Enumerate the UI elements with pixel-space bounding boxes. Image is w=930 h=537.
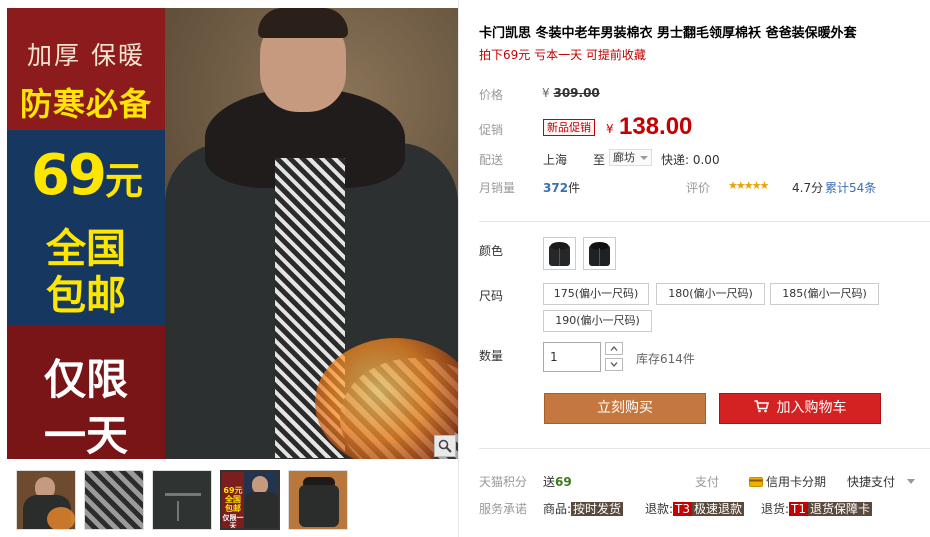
monthly-sales-value: 372件 <box>543 179 580 196</box>
thumbnail-5[interactable] <box>288 470 348 530</box>
thumbnail-4-promo-text: 69元 全国包邮 <box>223 486 243 513</box>
promo-badge: 新品促销 <box>543 119 595 136</box>
promo-line-thick-warm: 加厚 保暖 <box>27 41 145 70</box>
color-label: 颜色 <box>479 244 504 258</box>
chevron-down-icon <box>906 479 915 484</box>
promo-price: 69元 <box>7 143 165 208</box>
quantity-increase-button[interactable] <box>605 342 623 355</box>
payment-label: 支付 <box>695 475 720 489</box>
quantity-label: 数量 <box>479 349 504 363</box>
price-label: 价格 <box>479 88 504 102</box>
product-subtitle: 拍下69元 亏本一天 可提前收藏 <box>479 48 646 62</box>
divider <box>479 221 930 222</box>
quick-pay-dropdown[interactable]: 快捷支付 <box>847 473 915 490</box>
thumbnail-4-only-text: 仅限一天 <box>222 514 244 530</box>
product-detail-panel: 卡门凯思 冬装中老年男装棉衣 男士翻毛领厚棉袄 爸爸装保暖外套 拍下69元 亏本… <box>458 0 930 537</box>
promo-price-unit: 元 <box>104 159 143 203</box>
price-box: 价格 ¥ 309.00 促销 新品促销 ¥ 138.00 配送 上海 至 廊坊 … <box>479 76 930 196</box>
monthly-sales-label: 月销量 <box>479 181 516 195</box>
buy-now-button[interactable]: 立刻购买 <box>544 393 706 424</box>
add-to-cart-label: 加入购物车 <box>776 400 847 416</box>
thumbnail-1[interactable] <box>16 470 76 530</box>
size-option-185[interactable]: 185(偏小一尺码) <box>770 283 879 305</box>
quick-pay-label: 快捷支付 <box>847 475 896 489</box>
review-count-link[interactable]: 累计54条 <box>825 179 876 196</box>
shipping-label: 配送 <box>479 153 504 167</box>
chevron-up-icon <box>610 346 618 351</box>
monthly-sales-unit: 件 <box>568 181 581 195</box>
chevron-down-icon <box>610 362 618 367</box>
quantity-decrease-button[interactable] <box>605 358 623 371</box>
promo-line-free-shipping: 包邮 <box>46 273 126 319</box>
promo-price-value: 138.00 <box>619 113 693 140</box>
destination-city-select[interactable]: 廊坊 <box>609 149 652 166</box>
size-option-175[interactable]: 175(偏小一尺码) <box>543 283 649 305</box>
fast-refund-tag[interactable]: 极速退款 <box>692 502 745 516</box>
service-return: 退货: T1 退货保障卡 <box>761 500 873 517</box>
add-to-cart-button[interactable]: 加入购物车 <box>719 393 881 424</box>
rating-stars-icon: ★★★★★ <box>728 179 769 192</box>
promo-banner: 加厚 保暖 防寒必备 69元 全国 包邮 仅限 一天 <box>7 8 165 459</box>
service-refund-label: 退款: <box>645 502 674 516</box>
service-goods-label: 商品: <box>543 502 572 516</box>
product-title: 卡门凯思 冬装中老年男装棉衣 男士翻毛领厚棉袄 爸爸装保暖外套 <box>479 26 857 41</box>
promo-line-cold-proof: 防寒必备 <box>19 85 152 123</box>
service-label: 服务承诺 <box>479 502 528 516</box>
service-goods: 商品: 按时发货 <box>543 500 624 517</box>
stock-count: 库存614件 <box>636 352 695 366</box>
ship-from: 上海 <box>543 153 568 167</box>
original-price-currency: ¥ <box>542 86 550 100</box>
refund-t3-badge: T3 <box>673 502 693 516</box>
quantity-input[interactable]: 1 <box>543 342 601 372</box>
color-swatch-1[interactable] <box>543 237 576 270</box>
ship-to-word: 至 <box>593 153 606 167</box>
thumbnail-3[interactable] <box>152 470 212 530</box>
service-return-label: 退货: <box>761 502 790 516</box>
cart-icon <box>754 400 769 413</box>
thumbnail-4[interactable]: 69元 全国包邮 仅限一天 <box>220 470 280 530</box>
monthly-sales-count: 372 <box>543 181 569 195</box>
credit-installment[interactable]: 信用卡分期 <box>749 473 826 490</box>
return-t1-badge: T1 <box>789 502 809 516</box>
magnifier-icon[interactable] <box>434 435 456 457</box>
promo-line-one-day: 一天 <box>43 411 128 459</box>
destination-city-value: 廊坊 <box>613 151 635 164</box>
credit-card-icon <box>749 477 763 487</box>
rating-score: 4.7分 <box>792 181 824 195</box>
service-refund: 退款: T3 极速退款 <box>645 500 745 517</box>
color-swatch-2[interactable] <box>583 237 616 270</box>
promo-price-number: 69 <box>31 143 107 208</box>
promo-line-only: 仅限 <box>43 355 128 404</box>
thumbnail-2[interactable] <box>84 470 144 530</box>
original-price-value: 309.00 <box>553 86 600 100</box>
thumbnail-strip: 69元 全国包邮 仅限一天 <box>7 465 458 535</box>
tmall-points-number: 69 <box>555 475 572 489</box>
promo-label: 促销 <box>479 123 504 137</box>
main-product-image[interactable]: 加厚 保暖 防寒必备 69元 全国 包邮 仅限 一天 <box>7 8 458 459</box>
promo-currency: ¥ <box>606 122 614 136</box>
tmall-points-value: 送69 <box>543 473 572 490</box>
credit-installment-label: 信用卡分期 <box>766 475 827 489</box>
express-fee: 快递: 0.00 <box>661 153 720 167</box>
chevron-down-icon <box>640 156 648 160</box>
return-guarantee-tag[interactable]: 退货保障卡 <box>808 502 873 516</box>
size-option-180[interactable]: 180(偏小一尺码) <box>656 283 765 305</box>
tmall-points-give: 送 <box>543 475 556 489</box>
size-option-190[interactable]: 190(偏小一尺码) <box>543 310 652 332</box>
original-price: ¥ 309.00 <box>542 86 600 100</box>
ontime-shipping-tag[interactable]: 按时发货 <box>571 502 624 516</box>
size-label: 尺码 <box>479 289 504 303</box>
rating-label: 评价 <box>686 181 711 195</box>
model-photo <box>165 8 458 459</box>
divider <box>479 448 930 449</box>
tmall-points-label: 天猫积分 <box>479 475 528 489</box>
